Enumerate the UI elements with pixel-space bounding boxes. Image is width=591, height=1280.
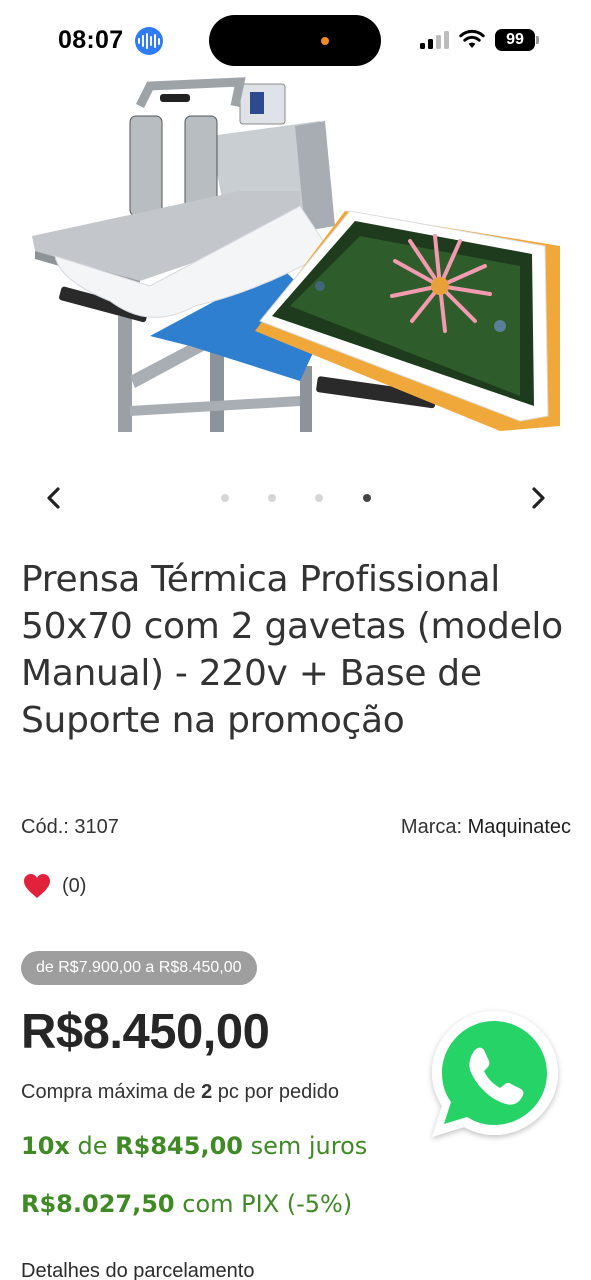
product-price: R$8.450,00 (21, 1005, 270, 1059)
product-code: Cód.: 3107 (21, 816, 119, 839)
max-purchase-suffix: pc por pedido (217, 1081, 339, 1103)
privacy-indicator-dot (321, 37, 329, 45)
whatsapp-icon[interactable] (424, 1005, 564, 1145)
carousel-pagination (0, 494, 591, 504)
installment-details-link[interactable]: Detalhes do parcelamento (21, 1260, 254, 1280)
favorite-button[interactable]: (0) (22, 870, 86, 902)
carousel-dot-active[interactable] (363, 494, 371, 502)
heart-icon (24, 874, 50, 898)
battery-icon: 99 (495, 29, 539, 51)
price-range-badge: de R$7.900,00 a R$8.450,00 (21, 951, 257, 985)
favorite-count: (0) (62, 874, 87, 897)
wifi-icon (459, 29, 485, 48)
installments-amount: R$845,00 (115, 1132, 243, 1160)
heat-press-product-image[interactable] (0, 76, 591, 436)
pix-suffix: com PIX (-5%) (182, 1190, 353, 1218)
max-purchase-prefix: Compra máxima de (21, 1081, 196, 1103)
installments-connector: de (77, 1132, 108, 1160)
carousel-dot[interactable] (221, 494, 229, 502)
cellular-signal-icon (420, 31, 450, 49)
carousel-dot[interactable] (268, 494, 276, 502)
dynamic-island (209, 15, 381, 66)
product-brand-label: Marca: (400, 816, 463, 838)
pix-price-info: R$8.027,50 com PIX (-5%) (21, 1190, 352, 1218)
battery-level: 99 (495, 29, 535, 51)
carousel-dot[interactable] (315, 494, 323, 502)
product-brand: Marca: Maquinatec (401, 816, 571, 839)
installments-suffix: sem juros (250, 1132, 368, 1160)
installments-count: 10x (21, 1132, 70, 1160)
pix-amount: R$8.027,50 (21, 1190, 175, 1218)
max-purchase-note: Compra máxima de 2 pc por pedido (21, 1081, 339, 1104)
chevron-right-icon[interactable] (526, 484, 552, 512)
product-brand-value[interactable]: Maquinatec (468, 816, 571, 838)
status-time: 08:07 (58, 26, 124, 54)
product-code-label: Cód.: (21, 816, 69, 838)
status-bar: 08:07 99 (0, 0, 591, 80)
product-code-value: 3107 (74, 816, 119, 838)
max-purchase-quantity: 2 (201, 1081, 213, 1103)
product-title: Prensa Térmica Profissional 50x70 com 2 … (21, 559, 563, 741)
installments-info: 10x de R$845,00 sem juros (21, 1132, 367, 1160)
voice-waveform-icon (135, 27, 163, 55)
